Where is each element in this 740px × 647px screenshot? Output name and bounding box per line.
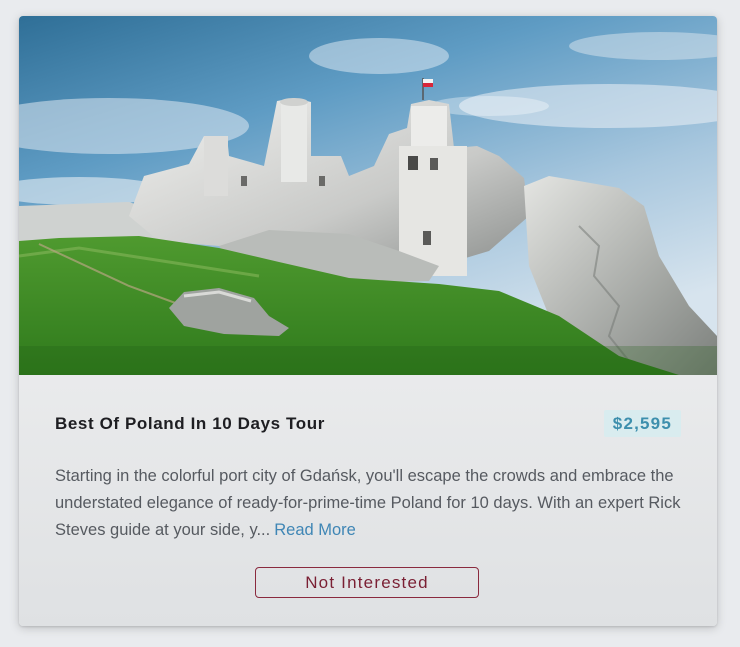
not-interested-button[interactable]: Not Interested bbox=[255, 567, 479, 598]
price-badge: $2,595 bbox=[603, 410, 681, 437]
tour-card: Best Of Poland In 10 Days Tour $2,595 St… bbox=[19, 16, 717, 626]
tour-title: Best Of Poland In 10 Days Tour bbox=[55, 414, 325, 433]
description-text: Starting in the colorful port city of Gd… bbox=[55, 467, 681, 539]
tour-description: Starting in the colorful port city of Gd… bbox=[55, 463, 695, 544]
read-more-link[interactable]: Read More bbox=[274, 521, 356, 539]
title-row: Best Of Poland In 10 Days Tour $2,595 bbox=[55, 410, 681, 440]
tour-image bbox=[19, 16, 717, 375]
